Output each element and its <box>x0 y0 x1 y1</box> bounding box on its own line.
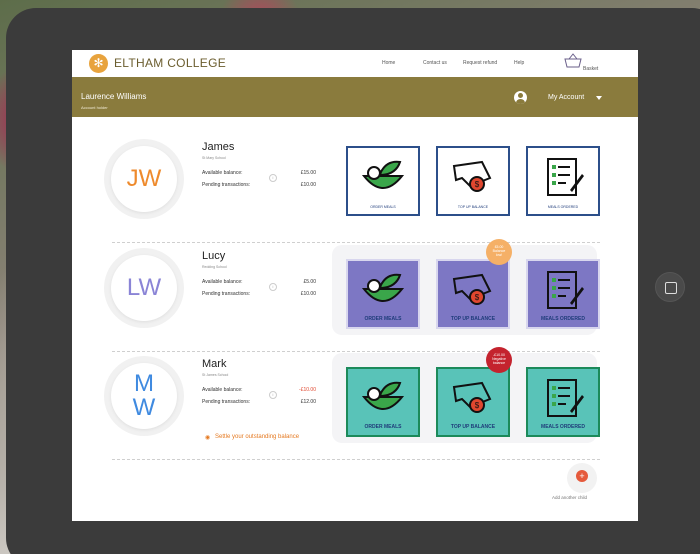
tile-label: TOP UP BALANCE <box>450 424 496 430</box>
svg-text:$: $ <box>475 401 480 410</box>
school-name: St James School <box>202 373 229 377</box>
available-label: Available balance: <box>202 387 243 393</box>
top-up-balance-button[interactable]: $ TOP UP BALANCE <box>436 146 510 216</box>
tile-label: ORDER MEALS <box>370 205 396 209</box>
available-balance: -£10.00 <box>299 387 316 393</box>
account-bar: Laurence Williams Account holder My Acco… <box>72 77 638 117</box>
pending-amount: £10.00 <box>300 291 316 297</box>
tablet-home-button[interactable] <box>655 272 685 302</box>
user-icon[interactable] <box>514 91 527 104</box>
info-icon[interactable]: i <box>269 283 277 291</box>
child-name[interactable]: James <box>202 141 234 153</box>
order-meals-button[interactable]: ORDER MEALS <box>346 367 420 437</box>
divider <box>112 242 600 243</box>
child-name[interactable]: Mark <box>202 358 226 370</box>
nav-contact[interactable]: Contact us <box>423 60 447 66</box>
top-up-balance-button[interactable]: $ TOP UP BALANCE <box>436 259 510 329</box>
pending-label: Pending transactions: <box>202 182 251 188</box>
salad-bowl-icon <box>361 381 405 410</box>
snowflake-emblem-icon[interactable]: ✻ <box>89 54 108 73</box>
school-name: Redding School <box>202 265 227 269</box>
meals-ordered-button[interactable]: MEALS ORDERED <box>526 259 600 329</box>
badge-line: low! <box>495 253 503 257</box>
settle-balance-link[interactable]: Settle your outstanding balance <box>215 434 299 440</box>
checklist-icon <box>547 379 584 417</box>
tile-label: ORDER MEALS <box>364 424 402 430</box>
basket-icon[interactable] <box>564 53 582 68</box>
coin-warning-icon: ◉ <box>205 435 211 441</box>
top-up-balance-button[interactable]: $ TOP UP BALANCE <box>436 367 510 437</box>
avatar[interactable]: JW <box>111 146 177 212</box>
pending-label: Pending transactions: <box>202 291 251 297</box>
tile-label: MEALS ORDERED <box>541 316 585 322</box>
avatar[interactable]: LW <box>111 255 177 321</box>
divider <box>112 459 600 460</box>
add-child-label[interactable]: Add another child <box>552 495 587 500</box>
my-account-menu[interactable]: My Account <box>548 94 584 101</box>
basket-label[interactable]: Basket <box>583 66 598 72</box>
nav-request-refund[interactable]: Request refund <box>463 60 497 66</box>
nav-help[interactable]: Help <box>514 60 524 66</box>
tile-label: TOP UP BALANCE <box>450 316 496 322</box>
available-label: Available balance: <box>202 170 243 176</box>
available-balance: £5.00 <box>303 279 316 285</box>
account-holder-role: Account holder <box>81 105 108 110</box>
available-label: Available balance: <box>202 279 243 285</box>
svg-text:$: $ <box>475 180 480 189</box>
pending-label: Pending transactions: <box>202 399 251 405</box>
tile-label: MEALS ORDERED <box>547 205 579 209</box>
hand-coin-icon: $ <box>452 273 492 305</box>
available-balance: £15.00 <box>300 170 316 176</box>
chevron-down-icon[interactable] <box>596 96 602 100</box>
salad-bowl-icon <box>361 273 405 302</box>
order-meals-button[interactable]: ORDER MEALS <box>346 146 420 216</box>
child-card: JW James St Mary School Available balanc… <box>102 136 602 236</box>
add-child-button[interactable] <box>567 463 597 493</box>
top-bar: ✻ ELTHAM COLLEGE Home Contact us Request… <box>72 50 638 77</box>
account-holder-name: Laurence Williams <box>81 92 147 101</box>
child-card: LW Lucy Redding School Available balance… <box>102 239 602 345</box>
order-meals-button[interactable]: ORDER MEALS <box>346 259 420 329</box>
tile-label: ORDER MEALS <box>364 316 402 322</box>
checklist-icon <box>547 271 584 309</box>
hand-coin-icon: $ <box>452 381 492 413</box>
pending-amount: £10.00 <box>300 182 316 188</box>
meals-ordered-button[interactable]: MEALS ORDERED <box>526 367 600 437</box>
tile-label: MEALS ORDERED <box>541 424 585 430</box>
svg-text:$: $ <box>475 293 480 302</box>
child-card: M W Mark St James School Available balan… <box>102 347 602 453</box>
balance-badge: £5.00 Balance low! <box>486 239 512 265</box>
badge-line: balance <box>492 361 506 365</box>
app-screen: ✻ ELTHAM COLLEGE Home Contact us Request… <box>72 50 638 521</box>
divider <box>112 351 600 352</box>
info-icon[interactable]: i <box>269 174 277 182</box>
hand-coin-icon: $ <box>452 160 492 192</box>
pending-amount: £12.00 <box>300 399 316 405</box>
school-name: St Mary School <box>202 156 226 160</box>
checklist-icon <box>547 158 584 196</box>
info-icon[interactable]: i <box>269 391 277 399</box>
avatar[interactable]: M W <box>111 363 177 429</box>
tile-label: TOP UP BALANCE <box>457 205 489 209</box>
meals-ordered-button[interactable]: MEALS ORDERED <box>526 146 600 216</box>
brand-name[interactable]: ELTHAM COLLEGE <box>114 56 226 70</box>
nav-home[interactable]: Home <box>382 60 395 66</box>
child-name[interactable]: Lucy <box>202 250 225 262</box>
salad-bowl-icon <box>361 160 405 189</box>
balance-badge: -£10.00 Negative balance <box>486 347 512 373</box>
